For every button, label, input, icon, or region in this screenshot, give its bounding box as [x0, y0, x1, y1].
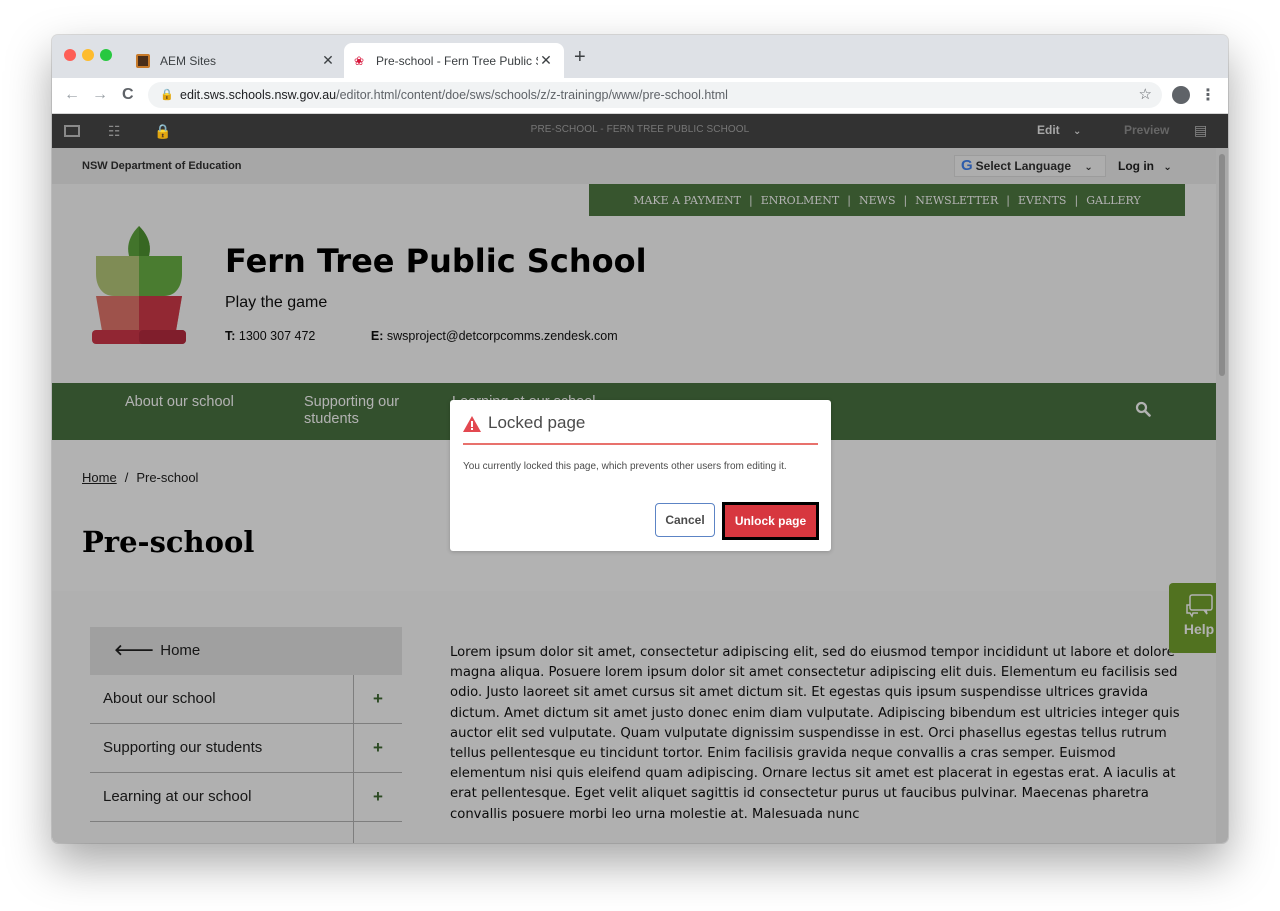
profile-avatar-icon[interactable]	[1172, 86, 1190, 104]
close-tab-icon[interactable]: ✕	[320, 52, 336, 69]
aem-icon	[136, 53, 150, 68]
lock-icon: 🔒	[160, 89, 174, 101]
unlock-page-button[interactable]: Unlock page	[722, 502, 819, 540]
close-window-button[interactable]	[64, 49, 76, 61]
back-button[interactable]: ←	[64, 86, 80, 104]
preview-button[interactable]: Preview	[1124, 123, 1169, 137]
tab-pre-school[interactable]: ❀ Pre-school - Fern Tree Public S ✕	[344, 43, 564, 78]
warning-icon	[463, 416, 481, 432]
close-tab-icon[interactable]: ✕	[538, 52, 554, 69]
mode-label: Edit	[1037, 123, 1060, 137]
tab-title: Pre-school - Fern Tree Public S	[376, 53, 538, 68]
browser-menu-icon[interactable]: ⋮	[1200, 85, 1216, 105]
browser-toolbar: ← → C 🔒 edit.sws.schools.nsw.gov.au/edit…	[52, 78, 1228, 114]
reload-button[interactable]: C	[122, 86, 134, 104]
minimize-window-button[interactable]	[82, 49, 94, 61]
new-tab-button[interactable]: +	[574, 47, 586, 67]
aem-editor-bar: ☷ 🔒 PRE-SCHOOL - FERN TREE PUBLIC SCHOOL…	[52, 114, 1228, 148]
cancel-button[interactable]: Cancel	[655, 503, 715, 537]
browser-window: AEM Sites ✕ ❀ Pre-school - Fern Tree Pub…	[52, 35, 1228, 843]
bookmark-star-icon[interactable]: ☆	[1139, 82, 1152, 108]
annotations-icon[interactable]: ▤	[1194, 122, 1207, 139]
locked-page-dialog: Locked page You currently locked this pa…	[450, 400, 831, 551]
tab-strip: AEM Sites ✕ ❀ Pre-school - Fern Tree Pub…	[52, 35, 1228, 78]
url-path: /editor.html/content/doe/sws/schools/z/z…	[336, 88, 728, 102]
address-bar[interactable]: 🔒 edit.sws.schools.nsw.gov.au/editor.htm…	[148, 82, 1162, 108]
nsw-waratah-icon: ❀	[353, 53, 365, 68]
mode-selector[interactable]: Edit ⌄	[1037, 123, 1081, 137]
chevron-down-icon: ⌄	[1073, 126, 1082, 137]
dialog-title: Locked page	[488, 413, 586, 432]
dialog-header: Locked page	[463, 412, 818, 445]
tab-title: AEM Sites	[160, 53, 217, 68]
dialog-message: You currently locked this page, which pr…	[463, 461, 787, 472]
url-host: edit.sws.schools.nsw.gov.au	[180, 88, 337, 102]
tab-aem-sites[interactable]: AEM Sites ✕	[128, 43, 346, 78]
unlock-page-label: Unlock page	[725, 505, 816, 537]
maximize-window-button[interactable]	[100, 49, 112, 61]
forward-button[interactable]: →	[92, 86, 108, 104]
